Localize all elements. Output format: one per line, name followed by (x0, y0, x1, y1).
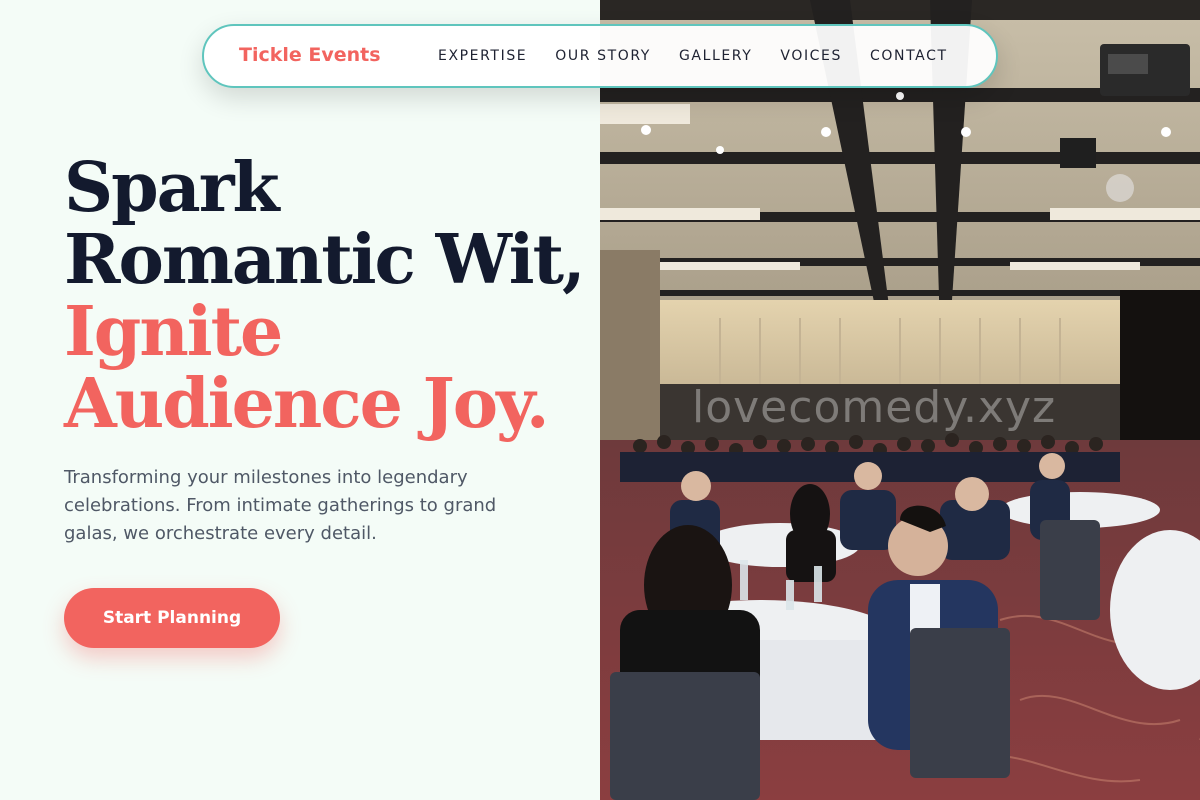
headline-line-2: Romantic Wit, (64, 220, 586, 300)
photo-watermark: lovecomedy.xyz (692, 382, 1057, 433)
nav-link-voices[interactable]: VOICES (780, 48, 842, 64)
nav-link-our-story[interactable]: OUR STORY (555, 48, 651, 64)
hero-subtext: Transforming your milestones into legend… (64, 467, 497, 544)
hero-section: Spark Romantic Wit, Ignite Audience Joy.… (0, 0, 600, 800)
nav-links: EXPERTISE OUR STORY GALLERY VOICES CONTA… (438, 48, 948, 64)
headline-line-3: Ignite (64, 292, 283, 372)
top-navigation: Tickle Events EXPERTISE OUR STORY GALLER… (202, 24, 998, 88)
headline-line-1: Spark (64, 148, 280, 228)
brand-logo-link[interactable]: Tickle Events (239, 44, 381, 66)
start-planning-button[interactable]: Start Planning (64, 588, 280, 648)
hero-headline: Spark Romantic Wit, Ignite Audience Joy. (64, 148, 586, 444)
nav-link-contact[interactable]: CONTACT (870, 48, 948, 64)
banquet-hall-photo: lovecomedy.xyz (600, 0, 1200, 800)
headline-line-4: Audience Joy. (64, 364, 550, 444)
nav-link-expertise[interactable]: EXPERTISE (438, 48, 527, 64)
nav-link-gallery[interactable]: GALLERY (679, 48, 752, 64)
